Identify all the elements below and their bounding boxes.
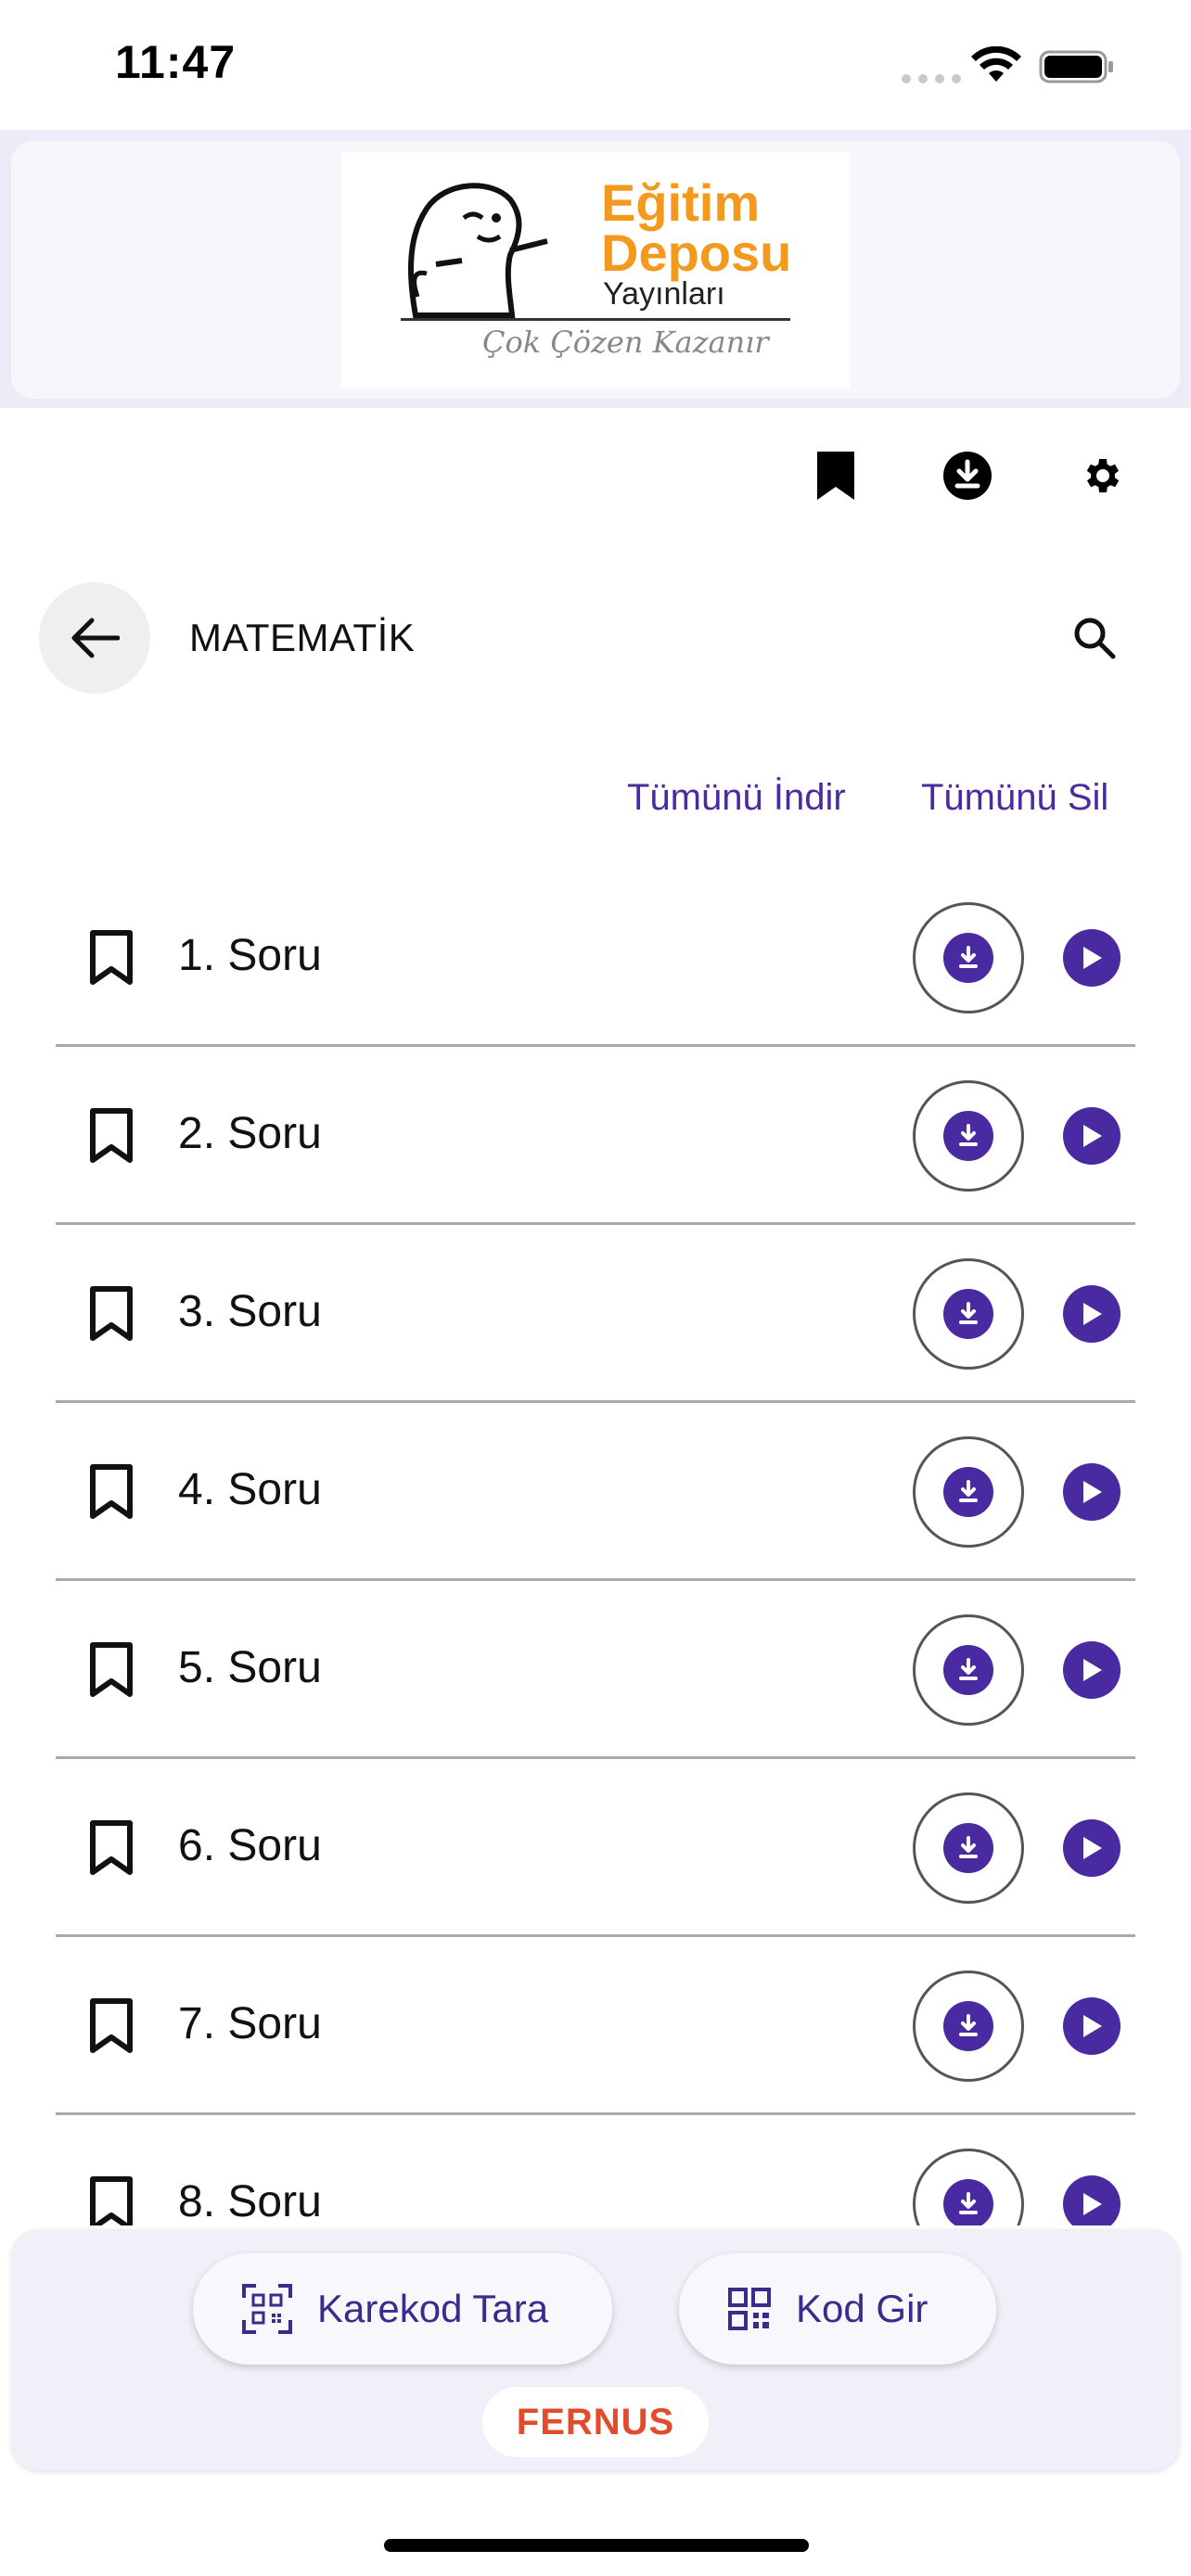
question-label: 8. Soru xyxy=(178,2177,322,2225)
bookmark-icon[interactable] xyxy=(83,1106,139,1166)
list-item[interactable]: 7. Soru xyxy=(56,1937,1135,2115)
bookmark-filled-icon xyxy=(817,452,854,500)
download-all-link[interactable]: Tümünü İndir xyxy=(627,777,846,819)
logo-divider xyxy=(401,318,790,321)
play-question-button[interactable] xyxy=(1063,1997,1121,2055)
bookmarks-button[interactable] xyxy=(803,443,868,508)
play-question-button[interactable] xyxy=(1063,2175,1121,2225)
qr-scan-icon xyxy=(242,2284,292,2334)
search-button[interactable] xyxy=(1067,610,1122,666)
arrow-left-icon xyxy=(71,618,120,658)
play-icon xyxy=(1083,1125,1102,1147)
qr-code-icon xyxy=(728,2288,771,2330)
play-icon xyxy=(1083,2193,1102,2215)
page-title: MATEMATİK xyxy=(189,616,416,659)
play-question-button[interactable] xyxy=(1063,1107,1121,1165)
list-item[interactable]: 8. Soru xyxy=(56,2115,1135,2225)
list-item[interactable]: 6. Soru xyxy=(56,1759,1135,1937)
question-list: 1. Soru 2. Soru 3. Soru 4. Soru 5. Soru 6. So… xyxy=(0,869,1191,2225)
list-item[interactable]: 5. Soru xyxy=(56,1581,1135,1759)
play-icon xyxy=(1083,1303,1102,1325)
status-time: 11:47 xyxy=(115,36,237,88)
bookmark-icon[interactable] xyxy=(83,1640,139,1700)
question-label: 1. Soru xyxy=(178,931,322,980)
download-icon xyxy=(943,1289,993,1339)
question-label: 6. Soru xyxy=(178,1821,322,1870)
download-icon xyxy=(943,1467,993,1517)
search-icon xyxy=(1074,618,1116,659)
download-icon xyxy=(943,1645,993,1695)
scan-qr-label: Karekod Tara xyxy=(317,2287,549,2330)
download-icon xyxy=(943,2179,993,2225)
mascot-icon xyxy=(408,183,548,318)
scan-qr-button[interactable]: Karekod Tara xyxy=(193,2253,612,2365)
cellular-signal-icon xyxy=(902,74,961,83)
downloads-button[interactable] xyxy=(935,443,1000,508)
question-label: 4. Soru xyxy=(178,1465,322,1514)
download-question-button[interactable] xyxy=(913,1970,1024,2082)
play-question-button[interactable] xyxy=(1063,929,1121,987)
logo-tagline: Çok Çözen Kazanır xyxy=(482,325,769,360)
enter-code-label: Kod Gir xyxy=(796,2287,928,2330)
question-label: 7. Soru xyxy=(178,1999,322,2048)
play-icon xyxy=(1083,2015,1102,2037)
gear-icon xyxy=(1086,459,1120,492)
download-question-button[interactable] xyxy=(913,1436,1024,1548)
play-question-button[interactable] xyxy=(1063,1463,1121,1521)
list-item[interactable]: 4. Soru xyxy=(56,1403,1135,1581)
download-question-button[interactable] xyxy=(913,1258,1024,1370)
settings-button[interactable] xyxy=(1069,443,1133,508)
play-question-button[interactable] xyxy=(1063,1641,1121,1699)
battery-icon xyxy=(1039,50,1113,83)
download-question-button[interactable] xyxy=(913,2149,1024,2225)
play-question-button[interactable] xyxy=(1063,1819,1121,1877)
logo-text-yayinlari: Yayınları xyxy=(603,276,725,312)
list-item[interactable]: 1. Soru xyxy=(56,869,1135,1047)
bookmark-icon[interactable] xyxy=(83,1284,139,1344)
download-icon xyxy=(943,452,992,500)
play-icon xyxy=(1083,1481,1102,1503)
list-item[interactable]: 3. Soru xyxy=(56,1225,1135,1403)
play-icon xyxy=(1083,947,1102,969)
list-item[interactable]: 2. Soru xyxy=(56,1047,1135,1225)
question-label: 2. Soru xyxy=(178,1109,322,1158)
question-label: 3. Soru xyxy=(178,1287,322,1336)
logo-text-deposu: Deposu xyxy=(601,223,792,282)
wifi-icon xyxy=(971,46,1021,82)
bookmark-icon[interactable] xyxy=(83,1462,139,1522)
download-question-button[interactable] xyxy=(913,1080,1024,1192)
download-icon xyxy=(943,933,993,983)
download-question-button[interactable] xyxy=(913,1614,1024,1726)
download-question-button[interactable] xyxy=(913,1792,1024,1904)
download-icon xyxy=(943,1823,993,1873)
delete-all-link[interactable]: Tümünü Sil xyxy=(921,777,1108,819)
download-icon xyxy=(943,1111,993,1161)
bookmark-icon[interactable] xyxy=(83,1996,139,2056)
home-indicator xyxy=(384,2539,809,2552)
play-icon xyxy=(1083,1837,1102,1859)
download-question-button[interactable] xyxy=(913,902,1024,1014)
play-question-button[interactable] xyxy=(1063,1285,1121,1343)
enter-code-button[interactable]: Kod Gir xyxy=(679,2253,996,2365)
play-icon xyxy=(1083,1659,1102,1681)
back-button[interactable] xyxy=(39,582,150,694)
question-label: 5. Soru xyxy=(178,1643,322,1692)
bookmark-icon[interactable] xyxy=(83,928,139,988)
bookmark-icon[interactable] xyxy=(83,1818,139,1878)
bookmark-icon[interactable] xyxy=(83,2174,139,2225)
fernus-logo[interactable]: FERNUS xyxy=(482,2387,709,2457)
status-bar: 11:47 xyxy=(0,0,1191,130)
download-icon xyxy=(943,2001,993,2051)
